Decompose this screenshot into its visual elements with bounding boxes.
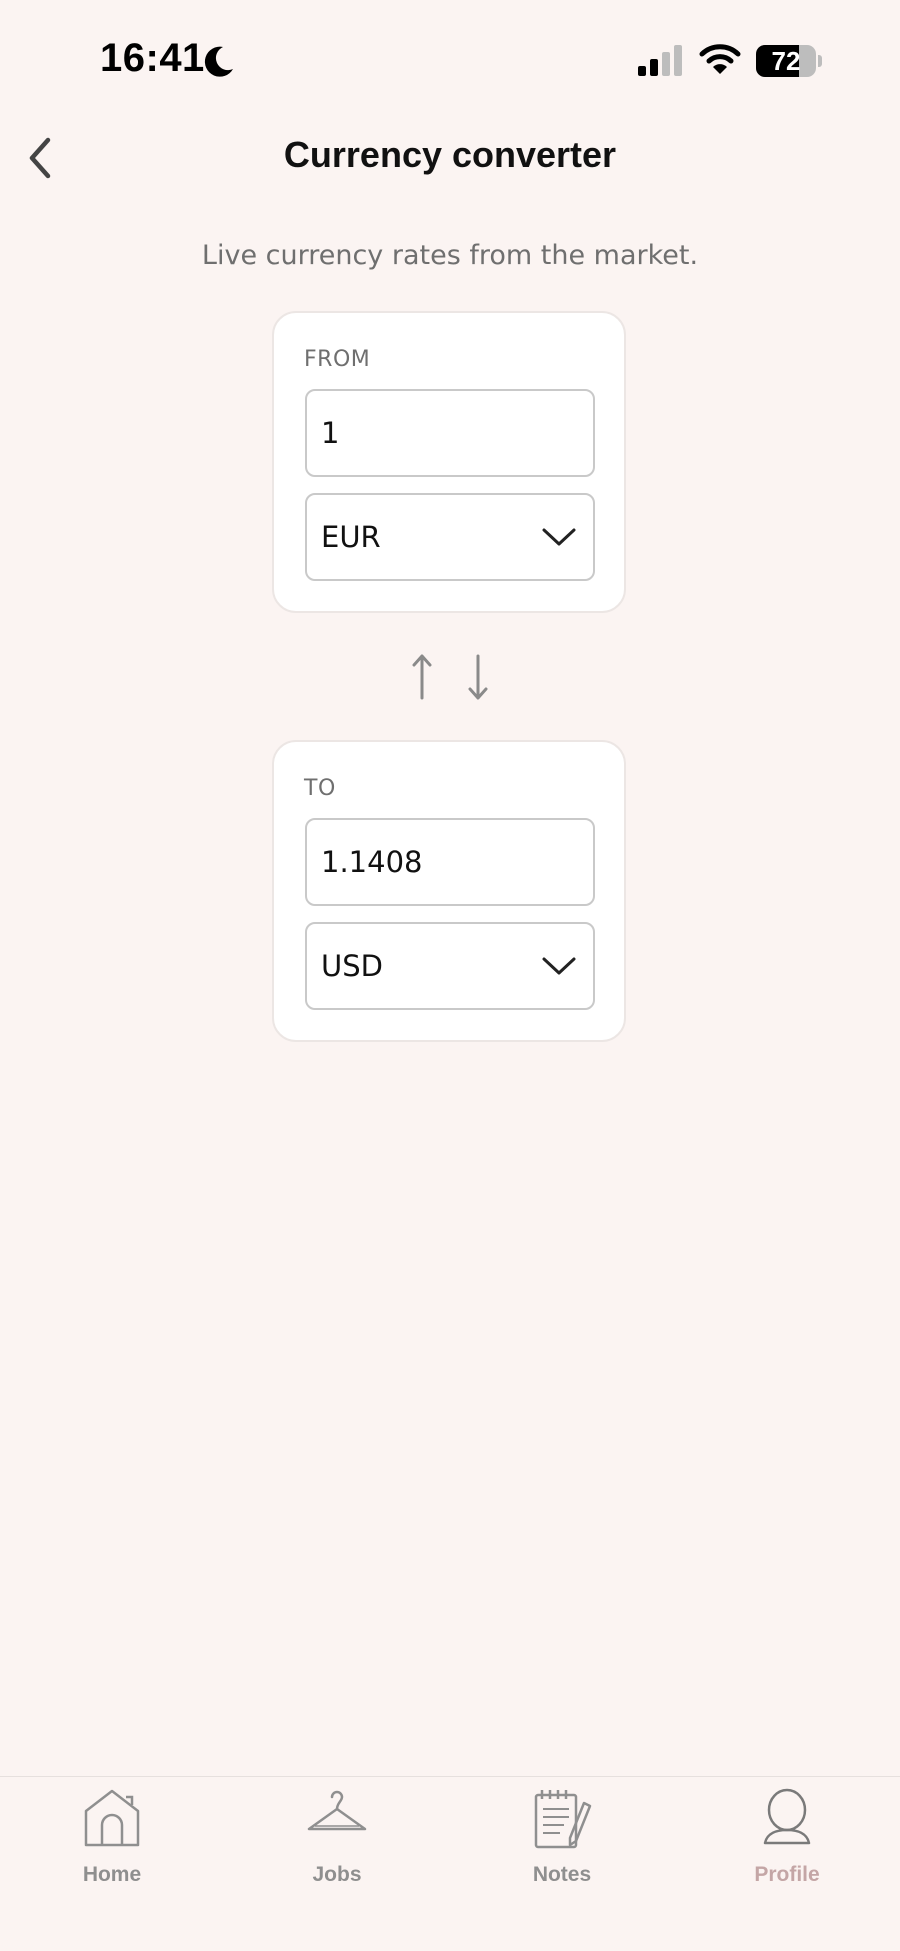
currency-converter-screen: 16:41 72 Currency converter Live currenc…: [0, 0, 900, 1951]
profile-icon: [763, 1788, 811, 1845]
home-icon: [84, 1789, 140, 1847]
from-label: FROM: [304, 347, 371, 372]
swap-currencies-button[interactable]: [400, 652, 500, 704]
to-label: TO: [304, 776, 336, 801]
battery-body: 72: [756, 45, 816, 77]
battery-level: 72: [771, 46, 801, 76]
nav-item-notes[interactable]: Notes: [482, 1777, 642, 1897]
to-card: TO 1.1408 USD: [272, 740, 626, 1042]
from-currency-select[interactable]: EUR: [305, 493, 595, 581]
wifi-icon: [699, 44, 741, 74]
battery-nub: [818, 55, 822, 67]
moon-icon: [204, 46, 233, 77]
notepad-icon: [534, 1790, 592, 1849]
nav-label-home: Home: [82, 1863, 142, 1886]
nav-item-profile[interactable]: Profile: [707, 1777, 867, 1897]
to-currency-value: USD: [321, 949, 383, 983]
status-bar: 16:41 72: [0, 0, 900, 120]
to-currency-select[interactable]: USD: [305, 922, 595, 1010]
nav-label-notes: Notes: [532, 1863, 592, 1886]
battery-icon: 72: [756, 45, 822, 77]
to-amount-input[interactable]: 1.1408: [305, 818, 595, 906]
chevron-down-icon: [542, 957, 576, 975]
chevron-down-icon: [542, 528, 576, 546]
hanger-icon: [307, 1790, 367, 1831]
page-title: Currency converter: [283, 134, 617, 175]
cellular-signal-icon: [638, 45, 682, 76]
from-amount-value: 1: [321, 416, 340, 450]
nav-label-profile: Profile: [754, 1863, 820, 1886]
nav-item-jobs[interactable]: Jobs: [257, 1777, 417, 1897]
to-amount-value: 1.1408: [321, 845, 423, 879]
from-currency-value: EUR: [321, 520, 381, 554]
arrow-down-icon: [468, 654, 488, 700]
from-amount-input[interactable]: 1: [305, 389, 595, 477]
bottom-nav: Home Jobs Notes Profile: [0, 1776, 900, 1951]
nav-label-jobs: Jobs: [312, 1863, 362, 1886]
status-time: 16:41: [100, 36, 205, 80]
arrow-up-icon: [412, 654, 432, 700]
subtitle: Live currency rates from the market.: [201, 240, 699, 271]
from-card: FROM 1 EUR: [272, 311, 626, 613]
nav-item-home[interactable]: Home: [32, 1777, 192, 1897]
